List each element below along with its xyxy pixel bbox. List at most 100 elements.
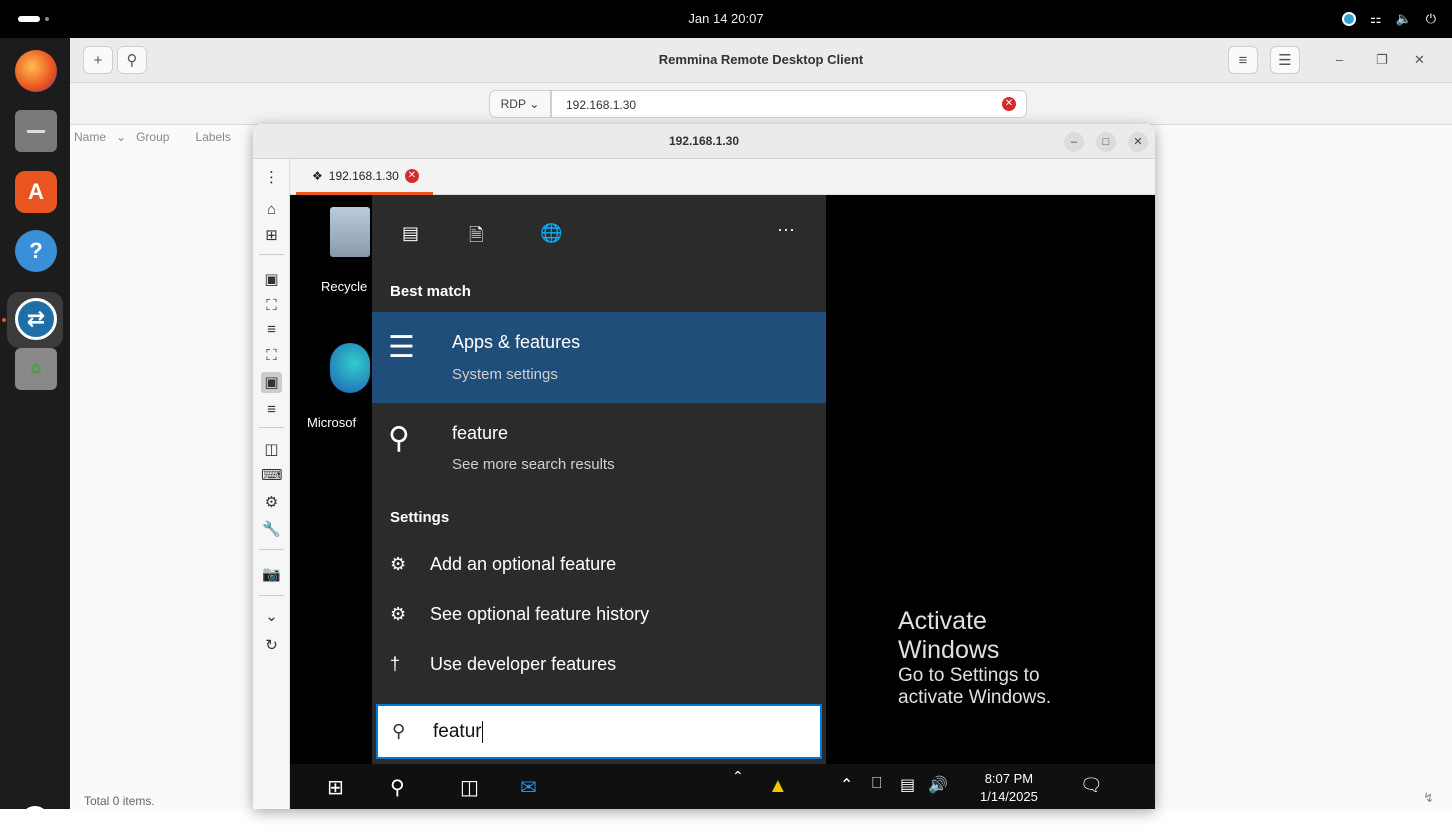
hamburger-icon: ☰ [1278,52,1292,69]
taskbar-time: 8:07 PM [984,771,1034,786]
settings-header: Settings [390,509,450,526]
web-search-result[interactable]: ⚲ feature See more search results [372,403,826,485]
preferences-icon[interactable]: ⚙ [261,492,282,513]
settings-item[interactable]: † Use developer features [372,640,826,688]
settings-item[interactable]: ⚙ See optional feature history [372,590,826,638]
help-icon[interactable]: ? [15,230,57,272]
tab-close-icon[interactable]: ✕ [404,169,419,183]
system-clock[interactable]: Jan 14 20:07 [0,11,1452,26]
column-name[interactable]: Name [74,130,106,144]
taskbar-clock[interactable]: 8:07 PM 1/14/2025 [980,770,1038,806]
column-labels[interactable]: Labels [195,130,230,144]
minimize-toolbar-icon[interactable]: ⌄ [261,606,282,627]
settings-item-label: Use developer features [430,654,617,674]
volume-icon[interactable]: 🔈 [1396,11,1412,27]
protocol-select[interactable]: RDP ⌄ [489,90,551,118]
remmina-tray-icon[interactable] [1341,12,1356,26]
more-options-icon[interactable]: ··· [777,219,795,240]
view-toggle-button[interactable]: ≡ [1228,46,1258,74]
web-filter-icon[interactable]: 🌐 [540,223,562,244]
system-tray[interactable]: ⚏ 🔈 ⏻ [1341,11,1436,27]
toolbar-divider [259,549,284,550]
activation-watermark: Activate Windows Go to Settings to activ… [898,607,1051,709]
best-match-header: Best match [390,283,471,300]
gear-icon: ⚙ [390,554,407,574]
kebab-menu-icon[interactable]: ⋮ [261,167,282,188]
recycle-bin-icon[interactable] [330,207,370,257]
main-menu-button[interactable]: ☰ [1270,46,1300,74]
best-match-sub: System settings [452,366,558,383]
toolbar-divider [259,254,284,255]
task-view-icon[interactable]: ◫ [460,775,479,800]
volume-icon[interactable]: 🔊 [928,775,948,795]
best-match-result[interactable]: ☰ Apps & features System settings [372,312,826,403]
scale-icon[interactable]: ⛶ [261,345,282,366]
resize-grip-icon[interactable]: ↯ [1423,790,1434,806]
home-icon[interactable]: ⌂ [261,199,282,220]
keyboard-grab-icon[interactable]: ⌨ [261,465,283,486]
search-query: featur [433,721,482,743]
session-tabs: ❖ 192.168.1.30 ✕ [290,159,1155,195]
apps-filter-icon[interactable]: ▤ [402,223,419,244]
session-tab[interactable]: ❖ 192.168.1.30 ✕ [296,159,433,195]
watermark-line: Activate [898,607,987,635]
session-maximize-button[interactable]: □ [1096,132,1116,152]
network-icon[interactable]: ⚏ [1370,11,1382,27]
settings-item[interactable]: ⚙ Add an optional feature [372,540,826,588]
text-caret [481,721,483,743]
session-toolbar: ⋮ ⌂ ⊞ ▣ ⛶ ≡ ⛶ ▣ ≡ ◫ ⌨ ⚙ 🔧 📷 ⌄ ↻ [253,159,290,809]
close-button[interactable]: ✕ [1414,52,1425,68]
remmina-icon[interactable]: ⇄ [15,298,57,340]
notifications-icon[interactable]: 🗨 [1080,775,1103,796]
connection-list-header: Name ⌄ Group Labels [74,130,231,144]
status-text: Total 0 items. [84,794,155,808]
tools-icon[interactable]: 🔧 [261,519,282,540]
restore-button[interactable]: ❐ [1376,52,1388,68]
scroll-up-icon[interactable]: ⌃ [732,768,744,785]
column-group[interactable]: Group [136,130,169,144]
start-search-panel: ▤ 🗎 🌐 ··· Best match ☰ Apps & features S… [372,195,826,764]
session-close-button[interactable]: ✕ [1128,132,1148,152]
network-icon[interactable]: ▤ [900,775,915,795]
minimize-button[interactable]: – [1336,52,1343,67]
new-tab-icon[interactable]: ⊞ [261,225,282,246]
windows-search-input[interactable]: ⚲ featur [376,704,822,759]
session-title-bar: 192.168.1.30 – □ ✕ [253,124,1155,159]
edge-icon[interactable] [330,343,370,393]
session-minimize-button[interactable]: – [1064,132,1084,152]
fit-window-icon[interactable]: ▣ [261,269,282,290]
app-center-icon[interactable]: A [15,171,57,213]
search-icon[interactable]: ⚲ [390,775,405,800]
settings-item-label: See optional feature history [430,604,650,624]
disconnect-icon[interactable]: ↻ [261,635,282,656]
list-view-icon: ≡ [1238,51,1248,69]
documents-filter-icon[interactable]: 🗎 [469,223,483,253]
screenshot-icon[interactable]: 📷 [261,564,282,585]
rdp-icon: ❖ [312,169,323,183]
mail-icon[interactable]: ✉ [520,775,537,800]
meet-now-icon[interactable]: ⎕ [872,775,882,793]
app-warning-icon[interactable]: ▲ [768,775,788,798]
scaled-mode-icon[interactable]: ▣ [261,372,282,393]
search-icon: ⚲ [392,721,406,741]
firefox-icon[interactable] [15,50,57,92]
files-icon[interactable] [15,110,57,152]
multi-monitor-icon[interactable]: ≡ [261,399,282,420]
desktop-icon-label: Microsof [307,415,357,430]
fullscreen-icon[interactable]: ⛶ [261,295,282,316]
sort-chevron-icon: ⌄ [116,130,127,144]
windows-start-icon[interactable]: ⊞ [327,775,344,800]
dynamic-resolution-icon[interactable]: ≡ [261,319,282,340]
show-apps-icon[interactable] [21,806,49,834]
switch-tab-icon[interactable]: ◫ [261,439,282,460]
dock: A ? ⇄ ♻ [0,38,70,834]
power-icon[interactable]: ⏻ [1426,11,1436,27]
trash-icon[interactable]: ♻ [15,348,57,390]
watermark-line: Go to Settings to [898,665,1040,686]
server-address-input[interactable]: 192.168.1.30 ✕ [551,90,1027,118]
show-hidden-icons-icon[interactable]: ⌃ [840,775,853,795]
clear-icon[interactable]: ✕ [1002,97,1016,111]
web-result-name: feature [452,423,509,443]
desktop-icon-label: Recycle [321,279,368,294]
quick-connect-bar: RDP ⌄ 192.168.1.30 ✕ [70,83,1452,125]
